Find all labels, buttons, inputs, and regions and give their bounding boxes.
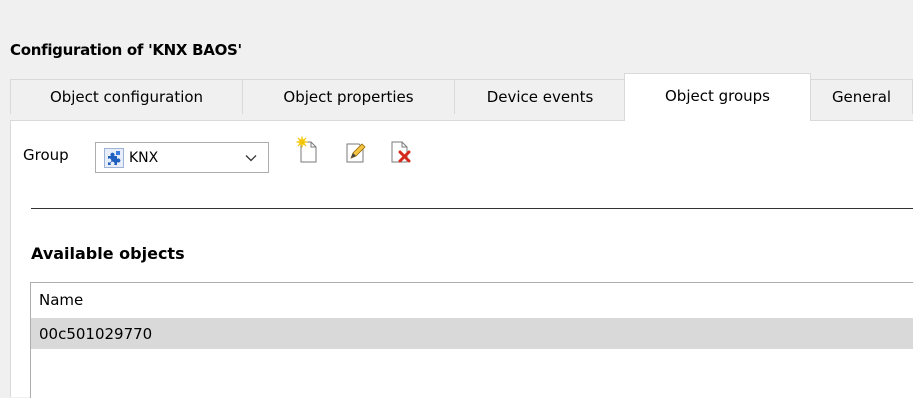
tab-object-configuration[interactable]: Object configuration <box>10 79 243 114</box>
tab-strip: Object configuration Object properties D… <box>10 73 913 121</box>
delete-group-button[interactable] <box>387 136 415 168</box>
delete-document-icon <box>389 136 413 168</box>
new-group-button[interactable] <box>294 136 322 168</box>
tab-general[interactable]: General <box>810 79 913 114</box>
chevron-down-icon <box>244 151 258 165</box>
list-item-name: 00c501029770 <box>39 324 153 343</box>
tab-device-events[interactable]: Device events <box>454 79 626 114</box>
tab-label: Object groups <box>665 87 770 105</box>
available-objects-title: Available objects <box>31 244 185 263</box>
column-header-label: Name <box>39 291 84 309</box>
tab-object-properties[interactable]: Object properties <box>242 79 455 114</box>
column-header-name[interactable]: Name <box>31 283 913 317</box>
puzzle-icon <box>104 147 124 168</box>
tab-object-groups[interactable]: Object groups <box>624 73 811 121</box>
available-objects-list[interactable]: Name 00c501029770 <box>30 282 913 398</box>
tab-label: Device events <box>486 88 594 106</box>
new-document-icon <box>296 136 320 168</box>
edit-document-icon <box>343 136 367 168</box>
group-label: Group <box>23 146 69 164</box>
config-title: Configuration of 'KNX BAOS' <box>10 41 242 59</box>
tab-label: Object configuration <box>49 88 204 106</box>
tab-label: Object properties <box>283 88 414 106</box>
edit-group-button[interactable] <box>341 136 369 168</box>
list-item[interactable]: 00c501029770 <box>31 318 913 349</box>
group-dropdown[interactable]: KNX <box>95 142 269 173</box>
section-divider <box>31 208 913 209</box>
object-groups-panel: Group KNX Available objects Name 00c5010… <box>10 120 913 398</box>
tab-label: General <box>831 88 892 106</box>
group-selected-value: KNX <box>129 149 159 166</box>
